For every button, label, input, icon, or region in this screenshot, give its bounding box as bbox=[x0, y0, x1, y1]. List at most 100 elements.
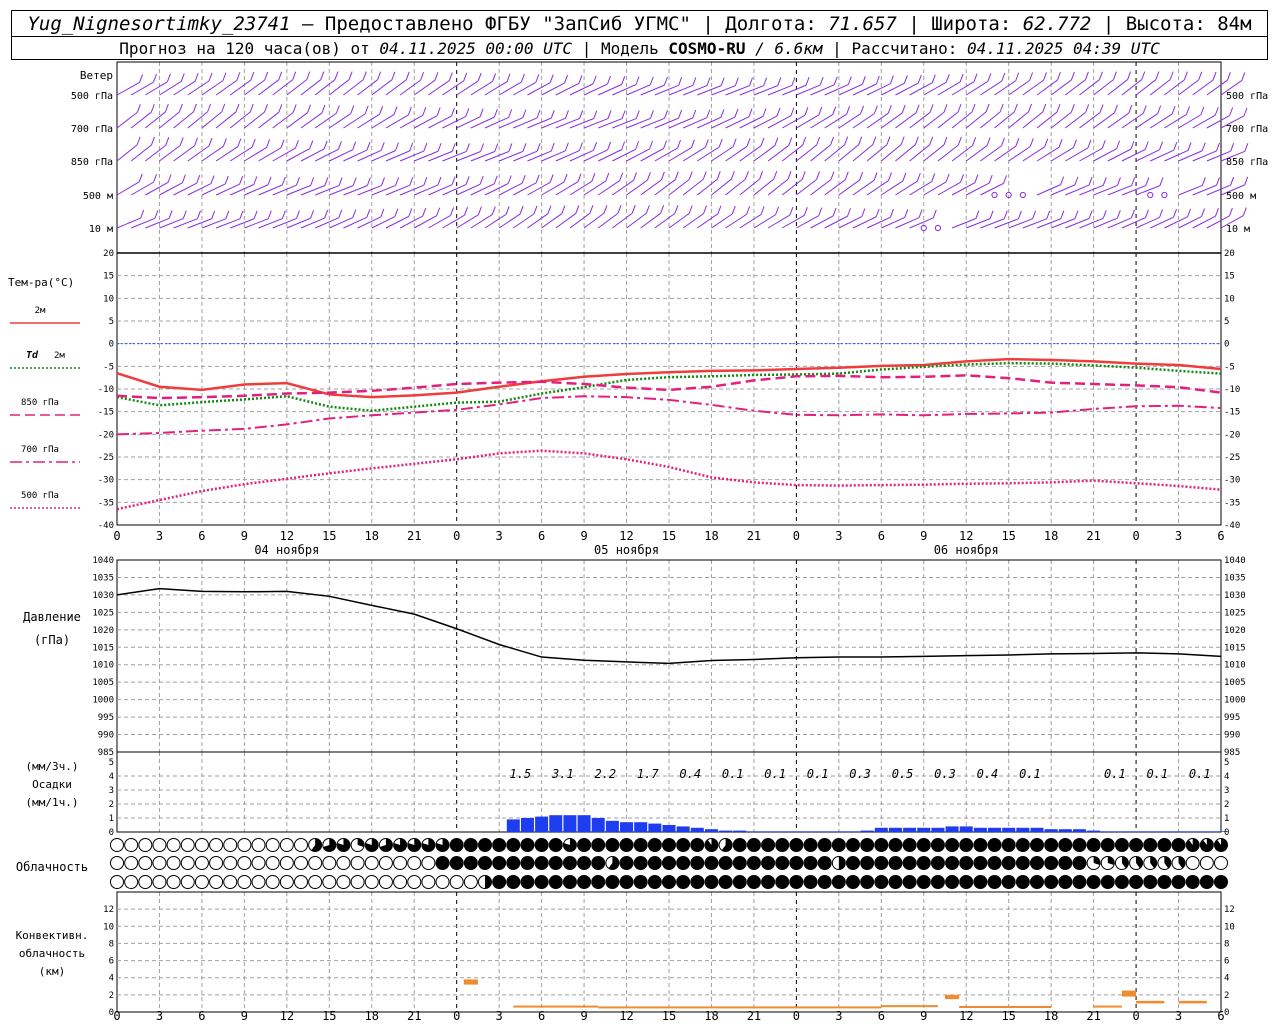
wind-barb bbox=[187, 183, 212, 196]
cloud-symbol bbox=[761, 856, 776, 870]
wind-barb bbox=[513, 150, 538, 162]
wind-barb-feather bbox=[324, 177, 329, 186]
cloud-symbol bbox=[478, 856, 492, 870]
y-tick-left-pres: 1015 bbox=[92, 643, 114, 653]
wind-barb-feather bbox=[1070, 71, 1075, 81]
cloud-symbol bbox=[138, 875, 153, 889]
wind-barb bbox=[937, 81, 961, 96]
wind-barb-feather bbox=[563, 173, 568, 183]
cloud-symbol bbox=[690, 838, 705, 852]
wind-barb-feather bbox=[408, 208, 413, 217]
wind-level-left: 500 гПа bbox=[71, 91, 113, 102]
wind-barb bbox=[159, 182, 183, 196]
wind-barb-feather bbox=[1228, 207, 1233, 217]
y-tick-right-conv: 8 bbox=[1224, 939, 1229, 949]
wind-barb bbox=[824, 113, 847, 129]
wind-barb-feather bbox=[1186, 106, 1190, 115]
wind-barb-feather bbox=[902, 172, 907, 182]
wind-barb-feather bbox=[649, 76, 654, 86]
cloud-symbol bbox=[336, 875, 351, 889]
cloud-symbol bbox=[138, 856, 153, 870]
wind-barb bbox=[838, 113, 861, 129]
wind-barb bbox=[555, 150, 580, 162]
wind-barb-feather bbox=[945, 74, 950, 83]
wind-barb-feather bbox=[236, 72, 241, 81]
x-tick-temp: 9 bbox=[920, 529, 927, 543]
cloud-symbol bbox=[265, 875, 280, 889]
cloud-symbol bbox=[1171, 838, 1186, 852]
legend-label: 500 гПа bbox=[21, 491, 59, 501]
wind-barb-feather bbox=[804, 107, 809, 116]
wind-barb-feather bbox=[1003, 175, 1008, 184]
cloud-symbol bbox=[223, 856, 238, 870]
cloud-symbol bbox=[506, 838, 521, 852]
cloud-symbol-fill bbox=[1214, 838, 1228, 852]
wind-barb bbox=[173, 80, 196, 96]
y-tick-left-prec: 5 bbox=[109, 758, 114, 768]
wind-barb-feather bbox=[692, 109, 697, 119]
cloud-symbol bbox=[1001, 856, 1016, 870]
convective-segment bbox=[513, 1005, 599, 1008]
wind-barb bbox=[810, 114, 833, 129]
wind-barb bbox=[1178, 184, 1203, 196]
wind-barb-feather bbox=[465, 143, 470, 152]
wind-barb bbox=[272, 184, 297, 196]
wind-barb-feather bbox=[1244, 176, 1249, 186]
wind-barb-feather bbox=[688, 171, 693, 180]
wind-barb-feather bbox=[522, 109, 527, 118]
wind-barb-feather bbox=[508, 143, 513, 152]
precip-unit-1h: (мм/1ч.) bbox=[26, 796, 79, 809]
wind-barb-feather bbox=[777, 77, 782, 86]
wind-barb-feather bbox=[1113, 71, 1117, 80]
wind-barb-feather bbox=[607, 110, 612, 119]
wind-barb bbox=[966, 218, 991, 229]
cloud-symbol bbox=[591, 838, 606, 852]
wind-barb-feather bbox=[900, 136, 905, 145]
wind-barb-feather bbox=[294, 140, 299, 149]
wind-barb-feather bbox=[603, 205, 608, 214]
wind-barb-feather bbox=[704, 139, 709, 148]
y-tick-right-pres: 985 bbox=[1224, 748, 1240, 758]
wind-level-left: 850 гПа bbox=[71, 157, 113, 168]
wind-barb-feather bbox=[858, 136, 863, 145]
x-tick-temp: 15 bbox=[322, 529, 336, 543]
wind-barb-feather bbox=[281, 210, 286, 219]
cloud-symbol bbox=[463, 838, 478, 852]
wind-barb-feather bbox=[136, 104, 141, 113]
cloud-symbol bbox=[1044, 838, 1059, 852]
cloud-symbol bbox=[463, 856, 478, 870]
x-tick-temp: 15 bbox=[1001, 529, 1015, 543]
cloud-symbol bbox=[520, 875, 535, 889]
x-tick-bottom: 15 bbox=[662, 1009, 676, 1023]
cloud-symbol bbox=[619, 838, 634, 852]
precip-bar bbox=[1172, 831, 1186, 832]
x-tick-temp: 0 bbox=[113, 529, 120, 543]
cloud-symbol bbox=[322, 875, 337, 889]
wind-barb-feather bbox=[377, 71, 382, 80]
wind-barb bbox=[1164, 150, 1189, 162]
cloud-symbol bbox=[732, 838, 747, 852]
wind-barb bbox=[796, 84, 821, 96]
wind-barb-feather bbox=[1215, 142, 1220, 152]
cloud-symbol bbox=[888, 875, 903, 889]
wind-barb-feather bbox=[1157, 105, 1162, 114]
cloud-symbol bbox=[746, 838, 761, 852]
wind-barb bbox=[965, 182, 990, 196]
wind-barb-feather bbox=[660, 171, 665, 181]
y-tick-right-temp: 10 bbox=[1224, 294, 1235, 304]
wind-barb bbox=[1079, 217, 1104, 229]
wind-barb bbox=[442, 151, 467, 162]
cloud-symbol bbox=[945, 875, 960, 889]
wind-barb-feather bbox=[208, 72, 213, 82]
wind-barb-feather bbox=[929, 104, 934, 113]
wind-barb bbox=[767, 84, 793, 96]
cloud-symbol bbox=[775, 875, 790, 889]
cloud-symbol bbox=[916, 838, 931, 852]
wind-barb-feather bbox=[281, 176, 286, 186]
wind-barb-feather bbox=[730, 171, 735, 180]
convective-segment bbox=[959, 1006, 1052, 1008]
legend-label: 2м bbox=[35, 306, 46, 316]
x-tick-bottom: 9 bbox=[920, 1009, 927, 1023]
x-tick-bottom: 15 bbox=[322, 1009, 336, 1023]
wind-barb-feather bbox=[494, 143, 499, 152]
